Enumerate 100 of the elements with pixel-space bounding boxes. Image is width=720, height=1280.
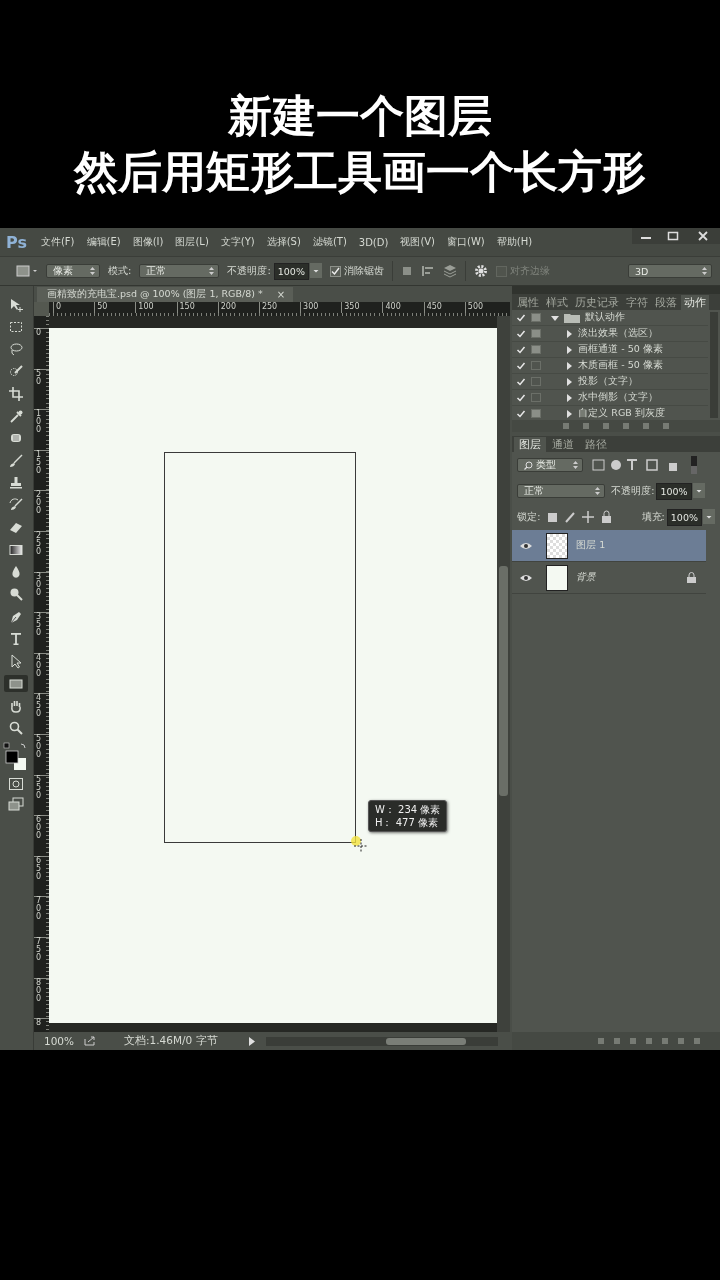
crosshair-cursor-icon (349, 835, 370, 855)
scrollbar-thumb[interactable] (385, 1037, 466, 1045)
expand-triangle-icon[interactable] (565, 409, 574, 418)
spinner-arrows-icon[interactable] (702, 267, 707, 275)
check-icon[interactable] (516, 312, 527, 323)
app-logo: Ps (6, 232, 27, 252)
action-name[interactable]: 投影（文字） (578, 375, 639, 388)
share-icon[interactable] (84, 1036, 96, 1046)
scrollbar-thumb[interactable] (499, 566, 509, 796)
play-icon[interactable] (247, 1036, 256, 1046)
caret-icon[interactable] (692, 482, 705, 498)
menu-item[interactable]: 图层(L) (175, 235, 209, 249)
filter-dropdown[interactable]: 类型 (517, 458, 584, 472)
action-name[interactable]: 木质画框 - 50 像素 (578, 359, 663, 372)
spinner-arrows-icon[interactable] (573, 461, 579, 469)
ruler-label: 300 (300, 302, 342, 313)
checkbox[interactable] (329, 265, 341, 277)
filter-toggle-icon[interactable] (691, 456, 698, 474)
dialog-toggle[interactable] (531, 313, 542, 322)
expand-triangle-icon[interactable] (565, 345, 574, 354)
layer-row[interactable]: 背景 (512, 562, 706, 594)
check-icon[interactable] (516, 344, 527, 355)
caret-icon[interactable] (309, 262, 322, 278)
check-icon[interactable] (516, 408, 527, 419)
spinner-arrows-icon[interactable] (595, 487, 601, 495)
path-alignment-icon[interactable] (420, 265, 435, 277)
expand-triangle-icon[interactable] (565, 329, 574, 338)
ruler-label: 750 (35, 937, 42, 962)
panel-tab[interactable]: 图层 (514, 437, 547, 452)
panel-tab[interactable]: 路径 (580, 437, 613, 452)
expand-triangle-icon[interactable] (565, 377, 574, 386)
menu-item[interactable]: 图像(I) (132, 235, 164, 249)
menu-item[interactable]: 文件(F) (40, 235, 75, 249)
brush-tool-icon (8, 452, 25, 469)
panel-tab[interactable]: 动作 (681, 295, 710, 310)
dialog-toggle[interactable] (531, 329, 542, 338)
minimize-icon[interactable] (632, 228, 660, 244)
mode-dropdown[interactable]: 像素 (46, 264, 100, 278)
caret-icon[interactable] (703, 508, 715, 524)
menu-item[interactable]: 帮助(H) (496, 235, 533, 249)
panel-tab[interactable]: 历史记录 (572, 295, 623, 310)
check-icon[interactable] (516, 376, 527, 387)
panel-tab[interactable]: 字符 (623, 295, 652, 310)
ruler-label: 450 (423, 302, 465, 313)
path-operations-icon[interactable] (400, 265, 413, 277)
panel-tab[interactable]: 通道 (547, 437, 580, 452)
collapse-triangle-icon[interactable] (551, 313, 560, 322)
menu-item[interactable]: 选择(S) (266, 235, 301, 249)
workspace-dropdown[interactable]: 3D (628, 264, 712, 278)
blend-mode-dropdown[interactable]: 正常 (517, 484, 606, 498)
panel-tab[interactable]: 段落 (652, 295, 681, 310)
action-name[interactable]: 自定义 RGB 到灰度 (578, 407, 665, 420)
opacity-label: 不透明度: (611, 484, 655, 498)
expand-triangle-icon[interactable] (565, 393, 574, 402)
opacity-field[interactable]: 100% (273, 262, 309, 280)
fill-field[interactable]: 100% (666, 508, 702, 526)
dialog-toggle[interactable] (531, 377, 542, 386)
action-name[interactable]: 默认动作 (585, 311, 626, 324)
menu-item[interactable]: 编辑(E) (86, 235, 121, 249)
expand-triangle-icon[interactable] (565, 361, 574, 370)
tool-button[interactable] (4, 675, 29, 693)
close-icon[interactable] (686, 228, 720, 244)
menu-item[interactable]: 窗口(W) (447, 235, 485, 249)
action-name[interactable]: 淡出效果（选区） (578, 327, 659, 340)
eye-icon[interactable] (520, 540, 533, 551)
check-icon[interactable] (516, 360, 527, 371)
spinner-arrows-icon[interactable] (90, 267, 95, 275)
document-info: 文档:1.46M/0 字节 (124, 1034, 218, 1048)
ruler-label: 250 (258, 302, 301, 313)
panel-tab[interactable]: 属性 (514, 295, 543, 310)
document-tab[interactable]: 画精致的充电宝.psd @ 100% (图层 1, RGB/8) * × (36, 287, 294, 302)
menu-item[interactable]: 视图(V) (400, 235, 436, 249)
menu-item[interactable]: 3D(D) (358, 236, 389, 248)
quick-mask-icon[interactable] (8, 777, 25, 792)
check-icon[interactable] (516, 392, 527, 403)
rectangle-tool-icon[interactable] (16, 264, 38, 278)
spinner-arrows-icon[interactable] (209, 267, 215, 275)
ruler-label: 300 (35, 572, 42, 597)
action-name[interactable]: 水中倒影（文字） (578, 391, 659, 404)
zoom-level[interactable]: 100% (43, 1035, 74, 1047)
dialog-toggle[interactable] (531, 393, 542, 402)
dialog-toggle[interactable] (531, 409, 542, 418)
check-icon[interactable] (516, 328, 527, 339)
opacity-field[interactable]: 100% (656, 482, 692, 500)
layer-row[interactable]: 图层 1 (512, 530, 706, 562)
dialog-toggle[interactable] (531, 361, 542, 370)
blend-mode-dropdown[interactable]: 正常 (139, 264, 220, 278)
menu-item[interactable]: 滤镜(T) (312, 235, 347, 249)
path-arrangement-icon[interactable] (442, 264, 457, 278)
action-name[interactable]: 画框通道 - 50 像素 (578, 343, 663, 356)
panel-tab[interactable]: 样式 (543, 295, 572, 310)
dialog-toggle[interactable] (531, 345, 542, 354)
screen-mode-icon[interactable] (8, 796, 25, 811)
lock-options-icons[interactable] (546, 510, 613, 524)
eye-icon[interactable] (520, 572, 533, 583)
close-tab-button[interactable]: × (276, 289, 286, 300)
ruler-label: 550 (35, 775, 42, 800)
menu-item[interactable]: 文字(Y) (220, 235, 255, 249)
settings-icon[interactable] (473, 264, 488, 278)
ruler-label: 650 (35, 856, 42, 881)
